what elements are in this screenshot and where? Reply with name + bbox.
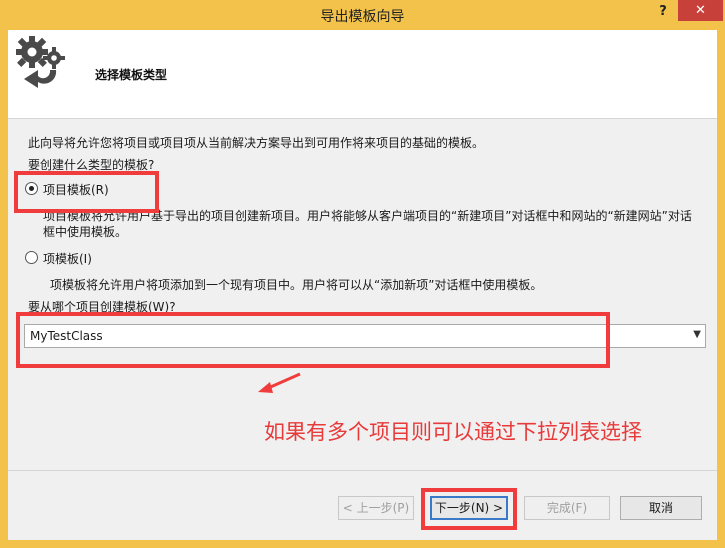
item-template-label[interactable]: 项模板(I) bbox=[43, 250, 92, 267]
title-bar: 导出模板向导 ? ✕ bbox=[0, 0, 725, 30]
window-title: 导出模板向导 bbox=[320, 9, 405, 25]
item-template-radio[interactable] bbox=[25, 251, 38, 264]
help-button[interactable]: ? bbox=[652, 4, 674, 24]
item-template-description: 项模板将允许用户将项添加到一个现有项目中。用户将可以从“添加新项”对话框中使用模… bbox=[50, 278, 543, 292]
annotation-box-next bbox=[421, 488, 517, 530]
intro-text: 此向导将允许您将项目或项目项从当前解决方案导出到可用作将来项目的基础的模板。 bbox=[28, 136, 485, 150]
gears-export-icon bbox=[16, 36, 65, 88]
annotation-arrow-icon bbox=[258, 372, 301, 393]
close-button[interactable]: ✕ bbox=[678, 0, 723, 21]
footer-divider bbox=[8, 470, 717, 471]
chevron-down-icon[interactable]: ▼ bbox=[693, 329, 701, 340]
previous-button[interactable]: < 上一步(P) bbox=[338, 496, 414, 520]
annotation-box-radio bbox=[14, 171, 159, 213]
wizard-header: 选择模板类型 bbox=[8, 30, 717, 119]
dialog-body: 选择模板类型 此向导将允许您将项目或项目项从当前解决方案导出到可用作将来项目的基… bbox=[8, 30, 717, 540]
annotation-text: 如果有多个项目则可以通过下拉列表选择 bbox=[264, 420, 642, 444]
annotation-box-dropdown bbox=[16, 312, 610, 368]
cancel-button[interactable]: 取消 bbox=[620, 496, 702, 520]
finish-button[interactable]: 完成(F) bbox=[524, 496, 610, 520]
page-title: 选择模板类型 bbox=[95, 68, 168, 82]
